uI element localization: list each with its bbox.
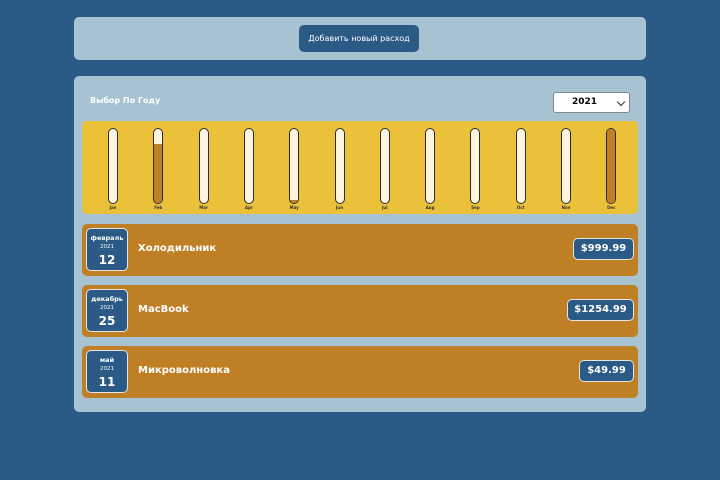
- chart-bar-label: Apr: [244, 205, 253, 210]
- chart-bar-track: [606, 128, 617, 204]
- expense-date-day: 11: [98, 375, 116, 389]
- chart-bar-fill: [154, 144, 163, 203]
- expense-date-month: февраль: [90, 234, 124, 242]
- expense-item: декабрь 2021 25 MacBook $1254.99: [82, 285, 638, 337]
- expense-date-year: 2021: [100, 305, 114, 311]
- chart-bar-track: [334, 128, 345, 204]
- chart-bar-aug: Aug: [420, 128, 440, 210]
- chart-bar-label: Mar: [199, 205, 208, 210]
- chart-bar-label: Aug: [425, 205, 435, 210]
- year-select[interactable]: 2021: [553, 92, 630, 113]
- expense-date-day: 12: [98, 253, 116, 267]
- expense-price: $999.99: [573, 238, 634, 260]
- chart-bar-nov: Nov: [556, 128, 576, 210]
- chart-bar-track: [198, 128, 209, 204]
- chart-bar-label: Nov: [561, 205, 571, 210]
- chart-bar-label: Sep: [471, 205, 480, 210]
- chart-bar-track: [289, 128, 300, 204]
- expense-date-year: 2021: [100, 366, 114, 372]
- chart-bar-may: May: [284, 128, 304, 210]
- chart-bar-track: [425, 128, 436, 204]
- expense-date-year: 2021: [100, 244, 114, 250]
- monthly-expense-chart: Jan Feb Mar Apr May Jun Jul Aug Sep Oct Nov Dec: [82, 121, 638, 214]
- chart-bar-fill: [607, 129, 616, 203]
- chart-bar-jul: Jul: [375, 128, 395, 210]
- expense-title: Холодильник: [138, 243, 217, 254]
- expenses-panel: Выбор По Году 2021 Jan Feb Mar Apr May Jun Jul…: [74, 76, 646, 412]
- new-expense-panel: Добавить новый расход: [74, 17, 646, 60]
- chart-bar-mar: Mar: [194, 128, 214, 210]
- expense-date: май 2021 11: [86, 350, 128, 393]
- expense-date: февраль 2021 12: [86, 228, 128, 271]
- expense-date-month: декабрь: [91, 295, 123, 303]
- chart-bar-label: Oct: [516, 205, 525, 210]
- chevron-down-icon: [616, 97, 626, 107]
- add-new-expense-button[interactable]: Добавить новый расход: [299, 25, 419, 52]
- chart-bar-label: Jun: [335, 205, 344, 210]
- chart-bar-dec: Dec: [601, 128, 621, 210]
- expense-price: $49.99: [579, 360, 634, 382]
- expense-item: май 2021 11 Микроволновка $49.99: [82, 346, 638, 398]
- expense-date-day: 25: [98, 314, 116, 328]
- chart-bar-track: [561, 128, 571, 204]
- chart-bar-label: Feb: [154, 205, 163, 210]
- expense-item: февраль 2021 12 Холодильник $999.99: [82, 224, 638, 276]
- chart-bar-feb: Feb: [148, 128, 168, 210]
- chart-bar-jan: Jan: [103, 128, 123, 210]
- chart-bar-track: [379, 128, 390, 204]
- chart-bar-label: May: [289, 205, 299, 210]
- expense-title: MacBook: [138, 304, 189, 315]
- expense-date-month: май: [99, 356, 115, 364]
- chart-bar-track: [470, 128, 481, 204]
- expense-price: $1254.99: [567, 299, 634, 321]
- chart-bar-label: Jan: [109, 205, 117, 210]
- chart-bar-track: [515, 128, 526, 204]
- chart-bar-apr: Apr: [239, 128, 259, 210]
- chart-bar-track: [108, 128, 118, 204]
- chart-bar-track: [153, 128, 164, 204]
- chart-bar-label: Jul: [381, 205, 388, 210]
- expense-title: Микроволновка: [138, 365, 230, 376]
- chart-bar-jun: Jun: [330, 128, 350, 210]
- expense-date: декабрь 2021 25: [86, 289, 128, 332]
- chart-bar-oct: Oct: [511, 128, 531, 210]
- year-select-value: 2021: [571, 97, 598, 107]
- year-filter-label: Выбор По Году: [90, 96, 161, 105]
- chart-bar-fill: [290, 200, 299, 203]
- chart-bar-label: Dec: [607, 205, 616, 210]
- chart-bar-sep: Sep: [465, 128, 485, 210]
- chart-bar-track: [243, 128, 254, 204]
